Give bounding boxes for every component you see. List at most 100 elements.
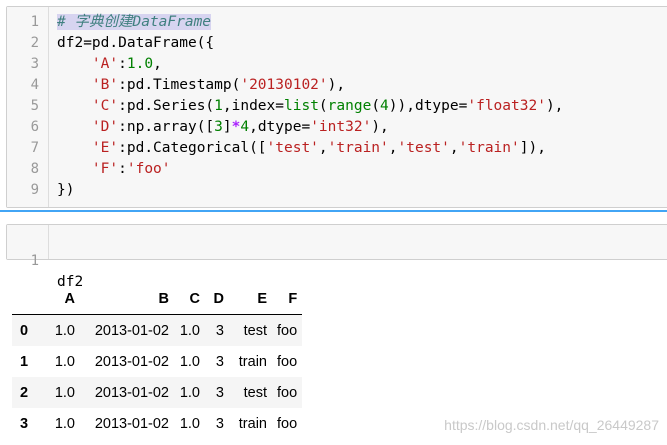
code-token: 'float32': [467, 98, 546, 114]
code-line: 5 'C':pd.Series(1,index=list(range(4)),d…: [7, 96, 667, 117]
code-token: 'train': [458, 140, 520, 156]
code-token: ,: [449, 140, 459, 156]
code-token: ]),: [519, 140, 546, 156]
line-number: 4: [30, 77, 39, 93]
code-token: ),: [327, 77, 346, 93]
code-token: df2=pd.DataFrame({: [57, 35, 215, 51]
column-header-b: B: [80, 284, 174, 315]
code-line: 2 df2=pd.DataFrame({: [7, 33, 667, 54]
code-token: :pd.Categorical([: [118, 140, 267, 156]
row-index: 3: [20, 415, 29, 432]
code-token: 3: [214, 119, 223, 135]
code-token: range: [327, 98, 372, 114]
line-number: 5: [30, 98, 39, 114]
code-editor[interactable]: 1 df2: [7, 230, 667, 290]
index-header: [12, 284, 44, 315]
code-token: ,: [388, 140, 398, 156]
row-index: 1: [20, 353, 29, 370]
code-token: ,: [153, 56, 162, 72]
cell-value: 2013-01-02: [94, 415, 169, 432]
code-text: 'A':1.0,: [57, 54, 162, 75]
cell-value: test: [243, 322, 267, 339]
cell-value: train: [238, 415, 267, 432]
column-header-e: E: [229, 284, 272, 315]
table-row: 1 1.0 2013-01-02 1.0 3 train foo: [12, 346, 302, 377]
cell-value: 2013-01-02: [94, 322, 169, 339]
code-line: 8 'F':'foo': [7, 159, 667, 180]
code-token: 4: [240, 119, 250, 135]
code-token: 1: [214, 98, 223, 114]
cell-value: foo: [277, 384, 298, 401]
code-token: (: [371, 98, 381, 114]
code-text: 'D':np.array([3]*4,dtype='int32'),: [57, 117, 389, 138]
code-token: 4: [380, 98, 389, 114]
cell-value: 1.0: [54, 322, 75, 339]
code-token: 'test': [266, 140, 319, 156]
cell-value: train: [238, 353, 267, 370]
code-line: 4 'B':pd.Timestamp('20130102'),: [7, 75, 667, 96]
line-number: 8: [30, 161, 39, 177]
code-text: df2=pd.DataFrame({: [57, 33, 214, 54]
code-token: # 字典创建DataFrame: [57, 14, 212, 30]
code-token: 'A': [91, 56, 119, 72]
code-line: 7 'E':pd.Categorical(['test','train','te…: [7, 138, 667, 159]
cell-value: foo: [277, 353, 298, 370]
code-token: :pd.Timestamp(: [118, 77, 241, 93]
cell-value: 1.0: [179, 384, 200, 401]
code-text: 'F':'foo': [57, 159, 171, 180]
code-token: (: [318, 98, 328, 114]
code-token: 'int32': [310, 119, 372, 135]
code-line: 6 'D':np.array([3]*4,dtype='int32'),: [7, 117, 667, 138]
code-token: 'D': [91, 119, 119, 135]
code-line: 9}): [7, 180, 667, 201]
code-token: 'E': [91, 140, 119, 156]
watermark: https://blog.csdn.net/qq_26449287: [444, 417, 659, 433]
column-header-d: D: [205, 284, 229, 315]
line-number: 2: [30, 35, 39, 51]
code-token: 'test': [397, 140, 450, 156]
line-number: 7: [30, 140, 39, 156]
code-cell-2[interactable]: 1 df2: [6, 224, 667, 290]
cell-value: 2013-01-02: [94, 384, 169, 401]
column-header-a: A: [44, 284, 80, 315]
code-token: list: [284, 98, 319, 114]
code-cell-1[interactable]: 1 # 字典创建DataFrame 2 df2=pd.DataFrame({ 3 'A'…: [6, 6, 667, 208]
code-token: 'B': [91, 77, 119, 93]
cell-value: 1.0: [54, 353, 75, 370]
code-text: 'E':pd.Categorical(['test','train','test…: [57, 138, 546, 159]
selected-cell-indicator: [0, 210, 667, 212]
code-token: ,: [318, 140, 328, 156]
code-token: ,index=: [222, 98, 284, 114]
code-token: :np.array([: [118, 119, 215, 135]
code-editor[interactable]: 1 # 字典创建DataFrame 2 df2=pd.DataFrame({ 3 'A'…: [7, 12, 667, 201]
column-header-f: F: [272, 284, 303, 315]
cell-value: 2013-01-02: [94, 353, 169, 370]
row-index: 0: [20, 322, 29, 339]
row-index: 2: [20, 384, 29, 401]
code-token: :: [118, 56, 127, 72]
cell-value: foo: [277, 322, 298, 339]
code-token: '20130102': [240, 77, 328, 93]
code-line: 3 'A':1.0,: [7, 54, 667, 75]
code-text: }): [57, 180, 74, 201]
code-token: }): [57, 182, 75, 198]
code-token: 'C': [91, 98, 119, 114]
code-token: ]: [222, 119, 232, 135]
code-text: 'B':pd.Timestamp('20130102'),: [57, 75, 345, 96]
cell-value: 3: [215, 322, 224, 339]
code-token: ),: [545, 98, 564, 114]
code-token: 1.0: [126, 56, 154, 72]
code-token: :pd.Series(: [118, 98, 215, 114]
line-number: 6: [30, 119, 39, 135]
code-text: # 字典创建DataFrame: [57, 12, 212, 33]
table-row: 2 1.0 2013-01-02 1.0 3 test foo: [12, 377, 303, 408]
cell-value: 3: [215, 415, 224, 432]
dataframe-output: A B C D E F 0 1.0 2013-01-02 1.0 3 test …: [12, 284, 303, 439]
line-number: 1: [30, 253, 39, 269]
header-row: A B C D E F: [12, 284, 303, 315]
